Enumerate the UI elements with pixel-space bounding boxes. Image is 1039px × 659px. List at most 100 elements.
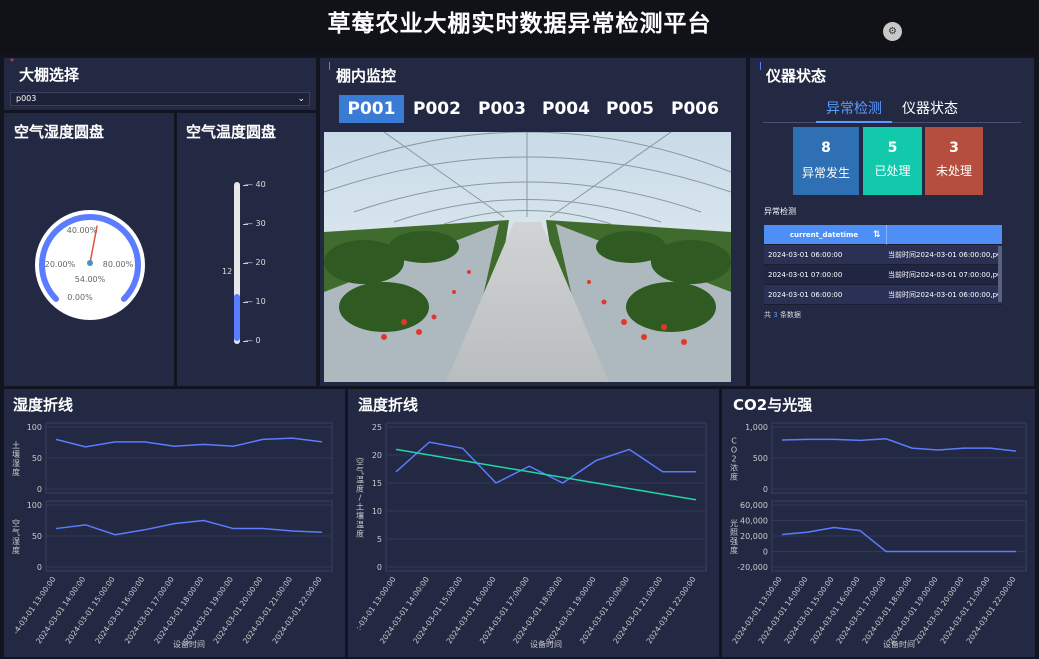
x-tick-label: 2024-03-01 13:00:00: [731, 575, 784, 646]
co2-light-chart-title: CO2与光强: [733, 396, 813, 414]
thermometer-tick-label: — 20: [245, 258, 266, 267]
y-tick-label: 50: [32, 454, 42, 463]
table-footer: 共 3 条数据: [764, 310, 801, 320]
y-tick-label: 60,000: [740, 501, 768, 510]
tab-p002[interactable]: P002: [409, 95, 465, 123]
y-tick-label: 100: [27, 501, 42, 510]
tab-underline-track: [763, 122, 1021, 123]
stat-processed: 5 已处理: [863, 127, 922, 195]
table-cell-message: 当前时间2024-03-01 07:00:00,pC: [888, 271, 998, 279]
greenhouse-select-value: p003: [16, 94, 37, 103]
y-tick-label: 15: [372, 479, 382, 488]
temperature-chart-title: 温度折线: [358, 396, 419, 414]
settings-icon[interactable]: ⚙: [883, 22, 902, 41]
series-line: [395, 441, 696, 484]
thermometer-fill: [234, 294, 240, 341]
series-line: [781, 438, 1017, 452]
tab-p003[interactable]: P003: [474, 95, 530, 123]
x-axis-label: 设备时间: [173, 639, 205, 649]
y-axis-label: 空气湿度: [12, 518, 20, 555]
x-tick-label: 2024-03-01 16:00:00: [809, 575, 862, 646]
x-tick-label: 2024-03-01 20:00:00: [913, 575, 966, 646]
y-axis-label: 土壤湿度: [12, 440, 20, 477]
sort-icon[interactable]: ⇅: [873, 225, 881, 245]
anomaly-table: current_datetime ⇅ 2024-03-01 06:00:00 当…: [764, 225, 1002, 305]
stat-processed-count: 5: [887, 140, 898, 156]
gauge-label-20: 20.00%: [45, 260, 76, 269]
stat-unprocessed-count: 3: [949, 140, 959, 156]
instrument-accent-mark: [760, 62, 761, 70]
stat-unprocessed: 3 未处理: [925, 127, 983, 195]
tab-anomaly-detection[interactable]: 异常检测: [826, 98, 882, 118]
tab-p001[interactable]: P001: [339, 95, 404, 123]
table-cell-message: 当前时间2024-03-01 06:00:00,pC: [888, 251, 998, 259]
y-tick-label: 500: [753, 454, 768, 463]
monitor-accent-mark: [329, 62, 330, 70]
tab-p004[interactable]: P004: [538, 95, 594, 123]
required-marker: *: [10, 57, 14, 66]
y-tick-label: 25: [372, 423, 382, 432]
x-tick-label: 2024-03-01 22:00:00: [965, 575, 1018, 646]
y-tick-label: 10: [372, 507, 382, 516]
table-header-datetime[interactable]: current_datetime: [768, 225, 880, 245]
table-footer-count: 3: [773, 311, 778, 319]
series-line: [781, 526, 1016, 553]
greenhouse-camera-image: [324, 132, 731, 382]
y-axis-label: C O 2 浓度: [730, 437, 738, 482]
y-tick-label: -20,000: [737, 563, 768, 572]
y-tick-label: 0: [763, 485, 768, 494]
stat-anomaly-count: 8: [821, 140, 831, 156]
humidity-line-chart: 100500土壤湿度100500空气湿度-4-03-01 13:00:00202…: [11, 422, 333, 649]
series-line: [55, 519, 323, 536]
x-axis-label: 设备时间: [530, 639, 562, 649]
y-tick-label: 20: [372, 451, 382, 460]
y-tick-label: 1,000: [745, 423, 768, 432]
table-cell-message: 当前时间2024-03-01 06:00:00,pC: [888, 291, 998, 299]
monitor-title: 棚内监控: [336, 67, 397, 85]
tab-active-underline: [816, 121, 892, 123]
temperature-line-chart: 2520151050空气温度/土壤温度:-03-01 13:00:002024-…: [354, 422, 707, 649]
y-tick-label: 5: [377, 535, 382, 544]
table-footer-prefix: 共: [764, 311, 771, 319]
table-row[interactable]: 2024-03-01 07:00:00 当前时间2024-03-01 07:00…: [764, 265, 1002, 285]
temperature-gauge-panel: [177, 113, 316, 386]
y-tick-label: 0: [37, 563, 42, 572]
y-tick-label: 0: [37, 485, 42, 494]
humidity-gauge: 40.00% 20.00% 80.00% 54.00% 0.00%: [35, 210, 145, 320]
greenhouse-select[interactable]: p003 ⌄: [10, 92, 310, 106]
x-axis-label: 设备时间: [883, 639, 915, 649]
temperature-gauge-title: 空气温度圆盘: [186, 123, 277, 141]
humidity-chart-title: 湿度折线: [13, 396, 74, 414]
tab-p006[interactable]: P006: [667, 95, 723, 123]
table-cell-datetime: 2024-03-01 06:00:00: [768, 251, 843, 259]
table-footer-suffix: 条数据: [779, 311, 801, 319]
table-row[interactable]: 2024-03-01 06:00:00 当前时间2024-03-01 06:00…: [764, 245, 1002, 265]
y-axis-label: 光照强度: [730, 518, 738, 555]
y-tick-label: 100: [27, 423, 42, 432]
chevron-down-icon: ⌄: [297, 94, 305, 104]
humidity-gauge-title: 空气湿度圆盘: [14, 123, 105, 141]
x-tick-label: 2024-03-01 15:00:00: [783, 575, 836, 646]
table-cell-datetime: 2024-03-01 06:00:00: [768, 291, 843, 299]
thermometer-tick-label: — 0: [245, 336, 261, 345]
greenhouse-select-title: 大棚选择: [19, 66, 80, 84]
thermometer-tick-label: — 30: [245, 219, 266, 228]
x-tick-label: 2024-03-01 18:00:00: [861, 575, 914, 646]
table-scrollbar[interactable]: [998, 246, 1002, 302]
x-tick-label: 2024-03-01 21:00:00: [939, 575, 992, 646]
gauge-label-80: 80.00%: [103, 260, 134, 269]
chart-plot-frame: [385, 422, 707, 572]
tab-p005[interactable]: P005: [602, 95, 658, 123]
gauge-value: 54.00%: [75, 275, 106, 284]
header-bar: 草莓农业大棚实时数据异常检测平台 ⚙: [0, 0, 1039, 55]
table-row[interactable]: 2024-03-01 06:00:00 当前时间2024-03-01 06:00…: [764, 285, 1002, 305]
tab-instrument-status[interactable]: 仪器状态: [902, 98, 958, 118]
x-tick-label: 2024-03-01 19:00:00: [887, 575, 940, 646]
y-axis-label: 空气温度/土壤温度: [356, 457, 364, 539]
stat-anomaly-label: 异常发生: [801, 166, 850, 180]
thermometer-current-value: 12: [222, 267, 233, 277]
gauge-label-0: 0.00%: [67, 293, 93, 302]
stat-processed-label: 已处理: [874, 164, 911, 178]
table-header-row: current_datetime ⇅: [764, 225, 1002, 245]
stat-anomaly-occurred: 8 异常发生: [793, 127, 859, 195]
